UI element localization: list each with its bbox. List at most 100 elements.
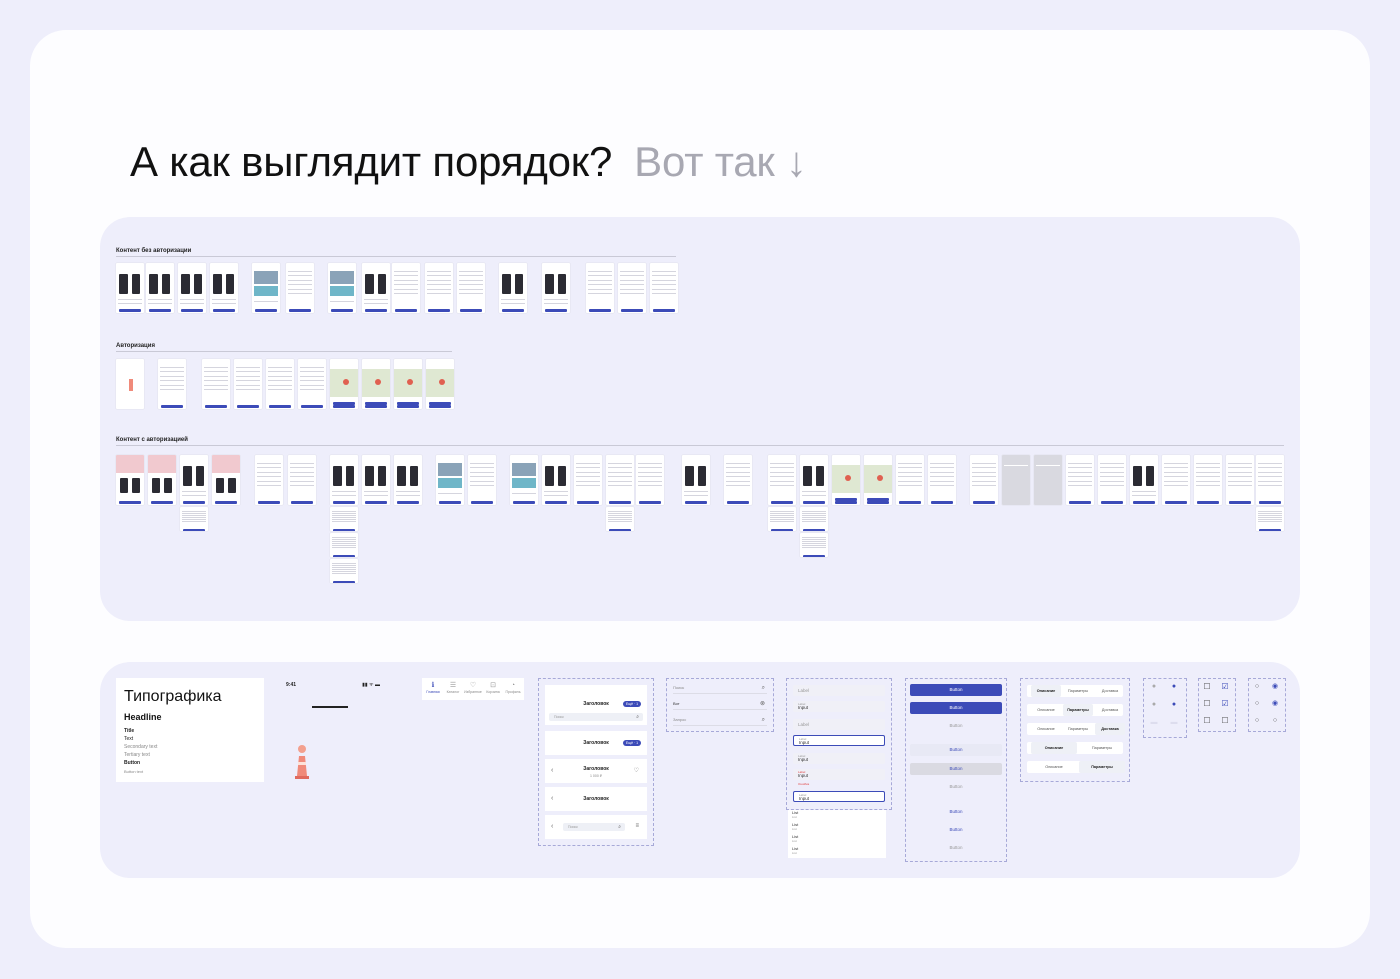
filter-icon[interactable]: ≡ — [635, 823, 639, 829]
checkbox-unchecked[interactable]: ☐ — [1221, 717, 1229, 725]
header-search[interactable]: Поиск ⌕ — [563, 823, 625, 831]
radio-components: ○ ◉ ○ ◉ ○ ○ — [1248, 678, 1286, 732]
segment-delivery[interactable]: Доставка — [1095, 685, 1125, 697]
button-primary-pressed[interactable]: Button — [910, 702, 1002, 714]
checkbox-unchecked[interactable]: ☐ — [1203, 683, 1211, 691]
search-result[interactable]: Запрос ⌕ — [673, 715, 767, 726]
tab-bar: ℹ Главная ☰ Каталог ♡ Избранное ⊡ Корзина ◔ П… — [422, 678, 524, 700]
input-filled[interactable]: Label Input — [793, 753, 885, 764]
toggle-on[interactable]: ● — [1170, 683, 1178, 691]
screen-thumbnail — [1194, 455, 1222, 505]
screen-thumbnail — [1226, 455, 1254, 505]
button-link[interactable]: Button — [910, 806, 1002, 818]
chevron-left-icon[interactable]: ‹ — [551, 823, 553, 830]
button-secondary[interactable]: Button — [910, 744, 1002, 756]
input-empty[interactable]: Label — [793, 719, 885, 730]
screen-thumbnail — [768, 455, 796, 505]
list-item-subtitle: List — [792, 827, 797, 831]
segment-delivery[interactable]: Доставка — [1095, 723, 1125, 735]
screen-thumbnail — [800, 455, 828, 505]
input-value: Input — [798, 757, 809, 762]
profile-icon: ◔ — [510, 682, 516, 689]
header-search[interactable]: Поиск ⌕ — [549, 713, 643, 721]
segment-params[interactable]: Параметры — [1063, 723, 1093, 735]
segment-delivery[interactable]: Доставка — [1095, 704, 1125, 716]
search-empty[interactable]: Поиск ⌕ — [673, 683, 767, 694]
segment-description[interactable]: Описание — [1031, 761, 1077, 773]
tab-catalog[interactable]: ☰ Каталог — [444, 682, 462, 694]
input-filled[interactable]: Label Input — [793, 701, 885, 712]
screen-thumbnail — [212, 455, 240, 505]
segment-params[interactable]: Параметры — [1063, 704, 1093, 716]
screen-thumbnail — [864, 455, 892, 505]
toggle-disabled[interactable]: ▬ — [1170, 719, 1178, 727]
checkbox-unchecked[interactable]: ☐ — [1203, 717, 1211, 725]
header-subtitle: 1 000 ₽ — [590, 774, 602, 778]
screen-thumbnail — [574, 455, 602, 505]
radio-unselected[interactable]: ○ — [1253, 683, 1261, 691]
header-action-pill[interactable]: Ещё · 1 — [623, 701, 641, 707]
tab-cart[interactable]: ⊡ Корзина — [484, 682, 502, 694]
list-item[interactable]: List List — [792, 822, 798, 831]
checkbox-checked[interactable]: ☑ — [1221, 700, 1229, 708]
input-components: Label Label Input Label Label Input Label I… — [786, 678, 892, 810]
radio-unselected[interactable]: ○ — [1253, 717, 1261, 725]
header-action-pill[interactable]: Ещё · 1 — [623, 740, 641, 746]
phone-frame: 9:41 ▮▮ ᯤ ▬ — [280, 678, 386, 782]
screen-thumbnail — [328, 263, 356, 313]
radio-selected[interactable]: ◉ — [1271, 683, 1279, 691]
header-variant: ‹ Заголовок 1 000 ₽ ♡ — [545, 759, 647, 783]
radio-unselected[interactable]: ○ — [1253, 700, 1261, 708]
input-focused[interactable]: Label Input — [793, 735, 885, 746]
segment-params[interactable]: Параметры — [1079, 742, 1125, 754]
checkbox-unchecked[interactable]: ☐ — [1203, 700, 1211, 708]
checkbox-components: ☐ ☑ ☐ ☑ ☐ ☐ — [1198, 678, 1236, 732]
header-variant: ‹ Поиск ⌕ ≡ — [545, 815, 647, 839]
button-link-pressed[interactable]: Button — [910, 824, 1002, 836]
heart-icon[interactable]: ♡ — [634, 767, 639, 774]
button-link-disabled[interactable]: Button — [910, 842, 1002, 854]
slide-heading: А как выглядит порядок? Вот так ↓ — [130, 138, 807, 186]
clear-icon[interactable]: ⊗ — [760, 699, 765, 709]
search-typing[interactable]: Вот ⊗ — [673, 699, 767, 710]
list-item[interactable]: List List — [792, 810, 798, 819]
screen-thumbnail — [1002, 455, 1030, 505]
button-secondary-disabled[interactable]: Button — [910, 781, 1002, 793]
list-item-subtitle: List — [792, 839, 797, 843]
segment-params[interactable]: Параметры — [1063, 685, 1093, 697]
segment-description[interactable]: Описание — [1031, 723, 1061, 735]
screen-thumbnail — [330, 507, 358, 531]
tab-home[interactable]: ℹ Главная — [424, 682, 442, 694]
input-error[interactable]: Label Input Ошибка — [793, 769, 885, 786]
screen-thumbnail — [832, 455, 860, 505]
section-divider — [116, 256, 676, 257]
tab-favorites[interactable]: ♡ Избранное — [464, 682, 482, 694]
screen-thumbnail — [426, 359, 454, 409]
section-label-auth: Авторизация — [116, 343, 155, 349]
toggle-disabled[interactable]: ▬ — [1150, 719, 1158, 727]
screen-thumbnail — [255, 455, 283, 505]
radio-unselected[interactable]: ○ — [1271, 717, 1279, 725]
segment-description[interactable]: Описание — [1031, 685, 1061, 697]
segment-description[interactable]: Описание — [1031, 704, 1061, 716]
input-focused[interactable]: Label Input — [793, 791, 885, 802]
input-empty[interactable]: Label — [793, 685, 885, 696]
heading-main: А как выглядит порядок? — [130, 138, 613, 185]
button-disabled[interactable]: Button — [910, 720, 1002, 732]
toggle-on[interactable]: ● — [1170, 701, 1178, 709]
toggle-off[interactable]: ● — [1150, 701, 1158, 709]
tab-profile[interactable]: ◔ Профиль — [504, 682, 522, 694]
segment-description[interactable]: Описание — [1031, 742, 1077, 754]
list-item[interactable]: List List — [792, 846, 798, 855]
screen-thumbnail — [542, 263, 570, 313]
toggle-off[interactable]: ● — [1150, 683, 1158, 691]
segmented-components: Описание Параметры Доставка Описание Пар… — [1020, 678, 1130, 782]
button-primary[interactable]: Button — [910, 684, 1002, 696]
list-item[interactable]: List List — [792, 834, 798, 843]
toggle-components: ● ● ● ● ▬ ▬ — [1143, 678, 1187, 738]
radio-selected[interactable]: ◉ — [1271, 700, 1279, 708]
screen-thumbnail — [768, 507, 796, 531]
segment-params[interactable]: Параметры — [1079, 761, 1125, 773]
checkbox-checked[interactable]: ☑ — [1221, 683, 1229, 691]
button-secondary-pressed[interactable]: Button — [910, 763, 1002, 775]
